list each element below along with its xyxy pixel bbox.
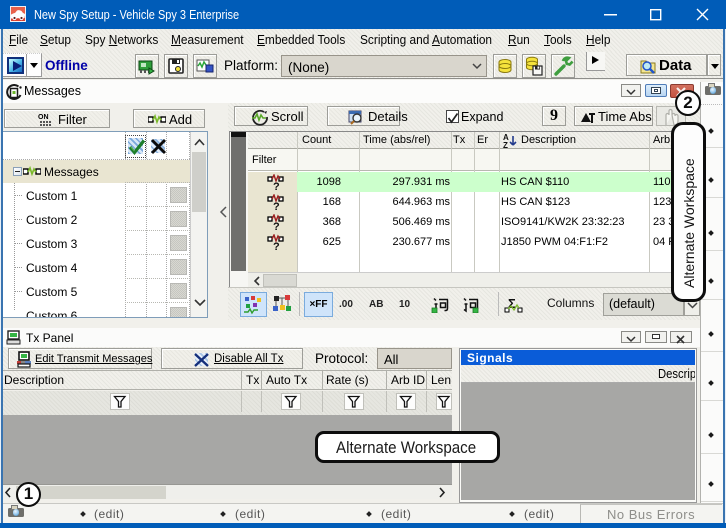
svg-text:?: ? (273, 181, 280, 191)
svg-text:?: ? (273, 241, 280, 251)
svg-text:ON: ON (38, 114, 49, 121)
svg-text:Z: Z (503, 141, 508, 149)
svg-text:?: ? (273, 221, 280, 231)
svg-text:?: ? (273, 201, 280, 211)
